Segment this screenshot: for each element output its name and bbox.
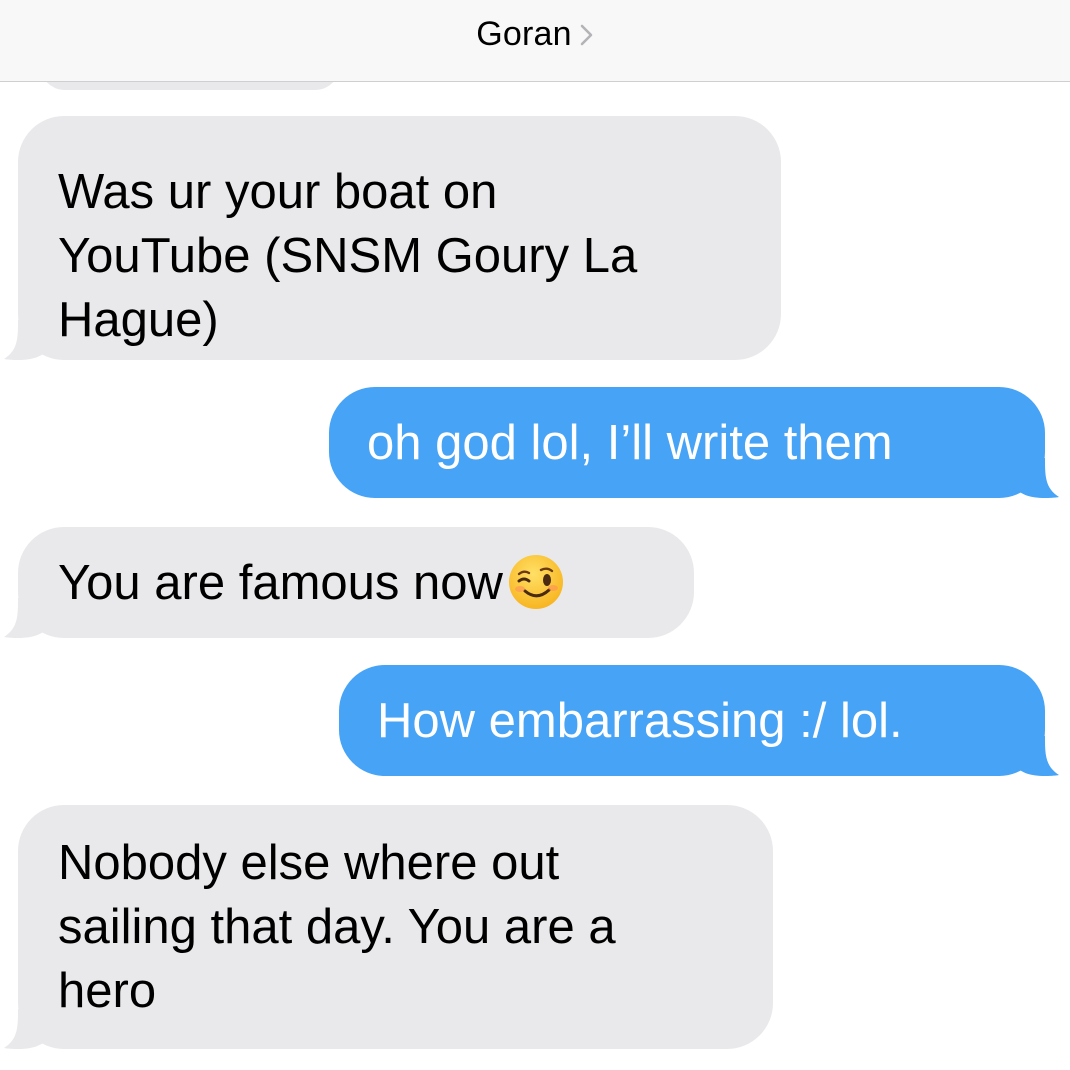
message-line: Nobody else where out	[58, 836, 560, 890]
sent-message-bubble[interactable]: How embarrassing :/ lol.	[339, 665, 1059, 776]
message-text: Was ur your boat on YouTube (SNSM Goury …	[58, 160, 741, 352]
message-line: You are famous now	[58, 556, 503, 610]
received-message-bubble[interactable]: Was ur your boat on YouTube (SNSM Goury …	[4, 116, 781, 360]
message-line: How embarrassing :/ lol.	[377, 694, 903, 748]
message-text: oh god lol, I’ll write them	[367, 411, 1009, 475]
messages-screen: Goran Was ur your boat on YouTube (SNSM …	[0, 0, 1070, 1070]
message-text: How embarrassing :/ lol.	[377, 689, 1009, 753]
winking-face-emoji-icon	[508, 555, 563, 609]
chevron-right-icon	[580, 24, 593, 46]
sent-message-bubble[interactable]: oh god lol, I’ll write them	[329, 387, 1059, 498]
contact-name: Goran	[476, 15, 572, 53]
conversation-header: Goran	[0, 0, 1070, 82]
received-message-bubble[interactable]: You are famous now	[4, 527, 694, 638]
message-line: hero	[58, 964, 157, 1018]
contact-name-button[interactable]: Goran	[0, 12, 1070, 56]
message-line: Was ur your boat on	[58, 165, 498, 219]
message-line: Hague)	[58, 293, 219, 347]
message-line: sailing that day. You are a	[58, 900, 616, 954]
message-line: oh god lol, I’ll write them	[367, 416, 893, 470]
message-text: Nobody else where out sailing that day. …	[58, 831, 733, 1023]
message-text: You are famous now	[58, 551, 654, 615]
message-line: YouTube (SNSM Goury La	[58, 229, 638, 283]
received-message-bubble[interactable]: Nobody else where out sailing that day. …	[4, 805, 773, 1049]
